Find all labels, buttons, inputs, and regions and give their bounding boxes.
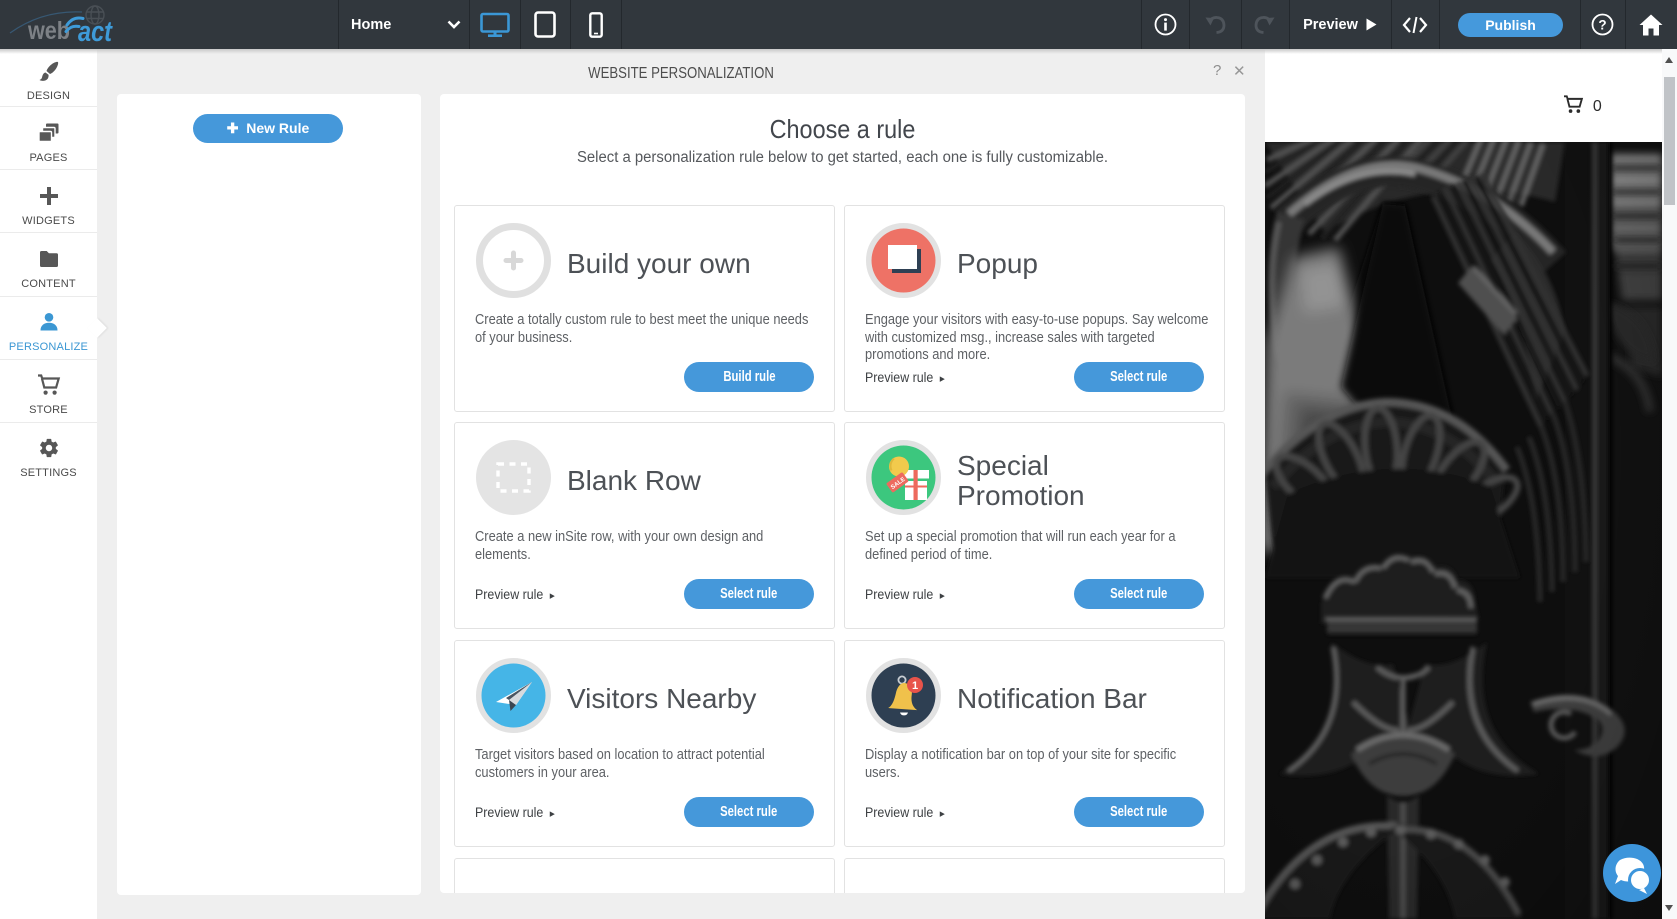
svg-text:1: 1 [912,680,918,692]
svg-text:web: web [27,17,70,45]
svg-text:?: ? [1598,18,1606,33]
svg-text:act: act [78,16,113,48]
